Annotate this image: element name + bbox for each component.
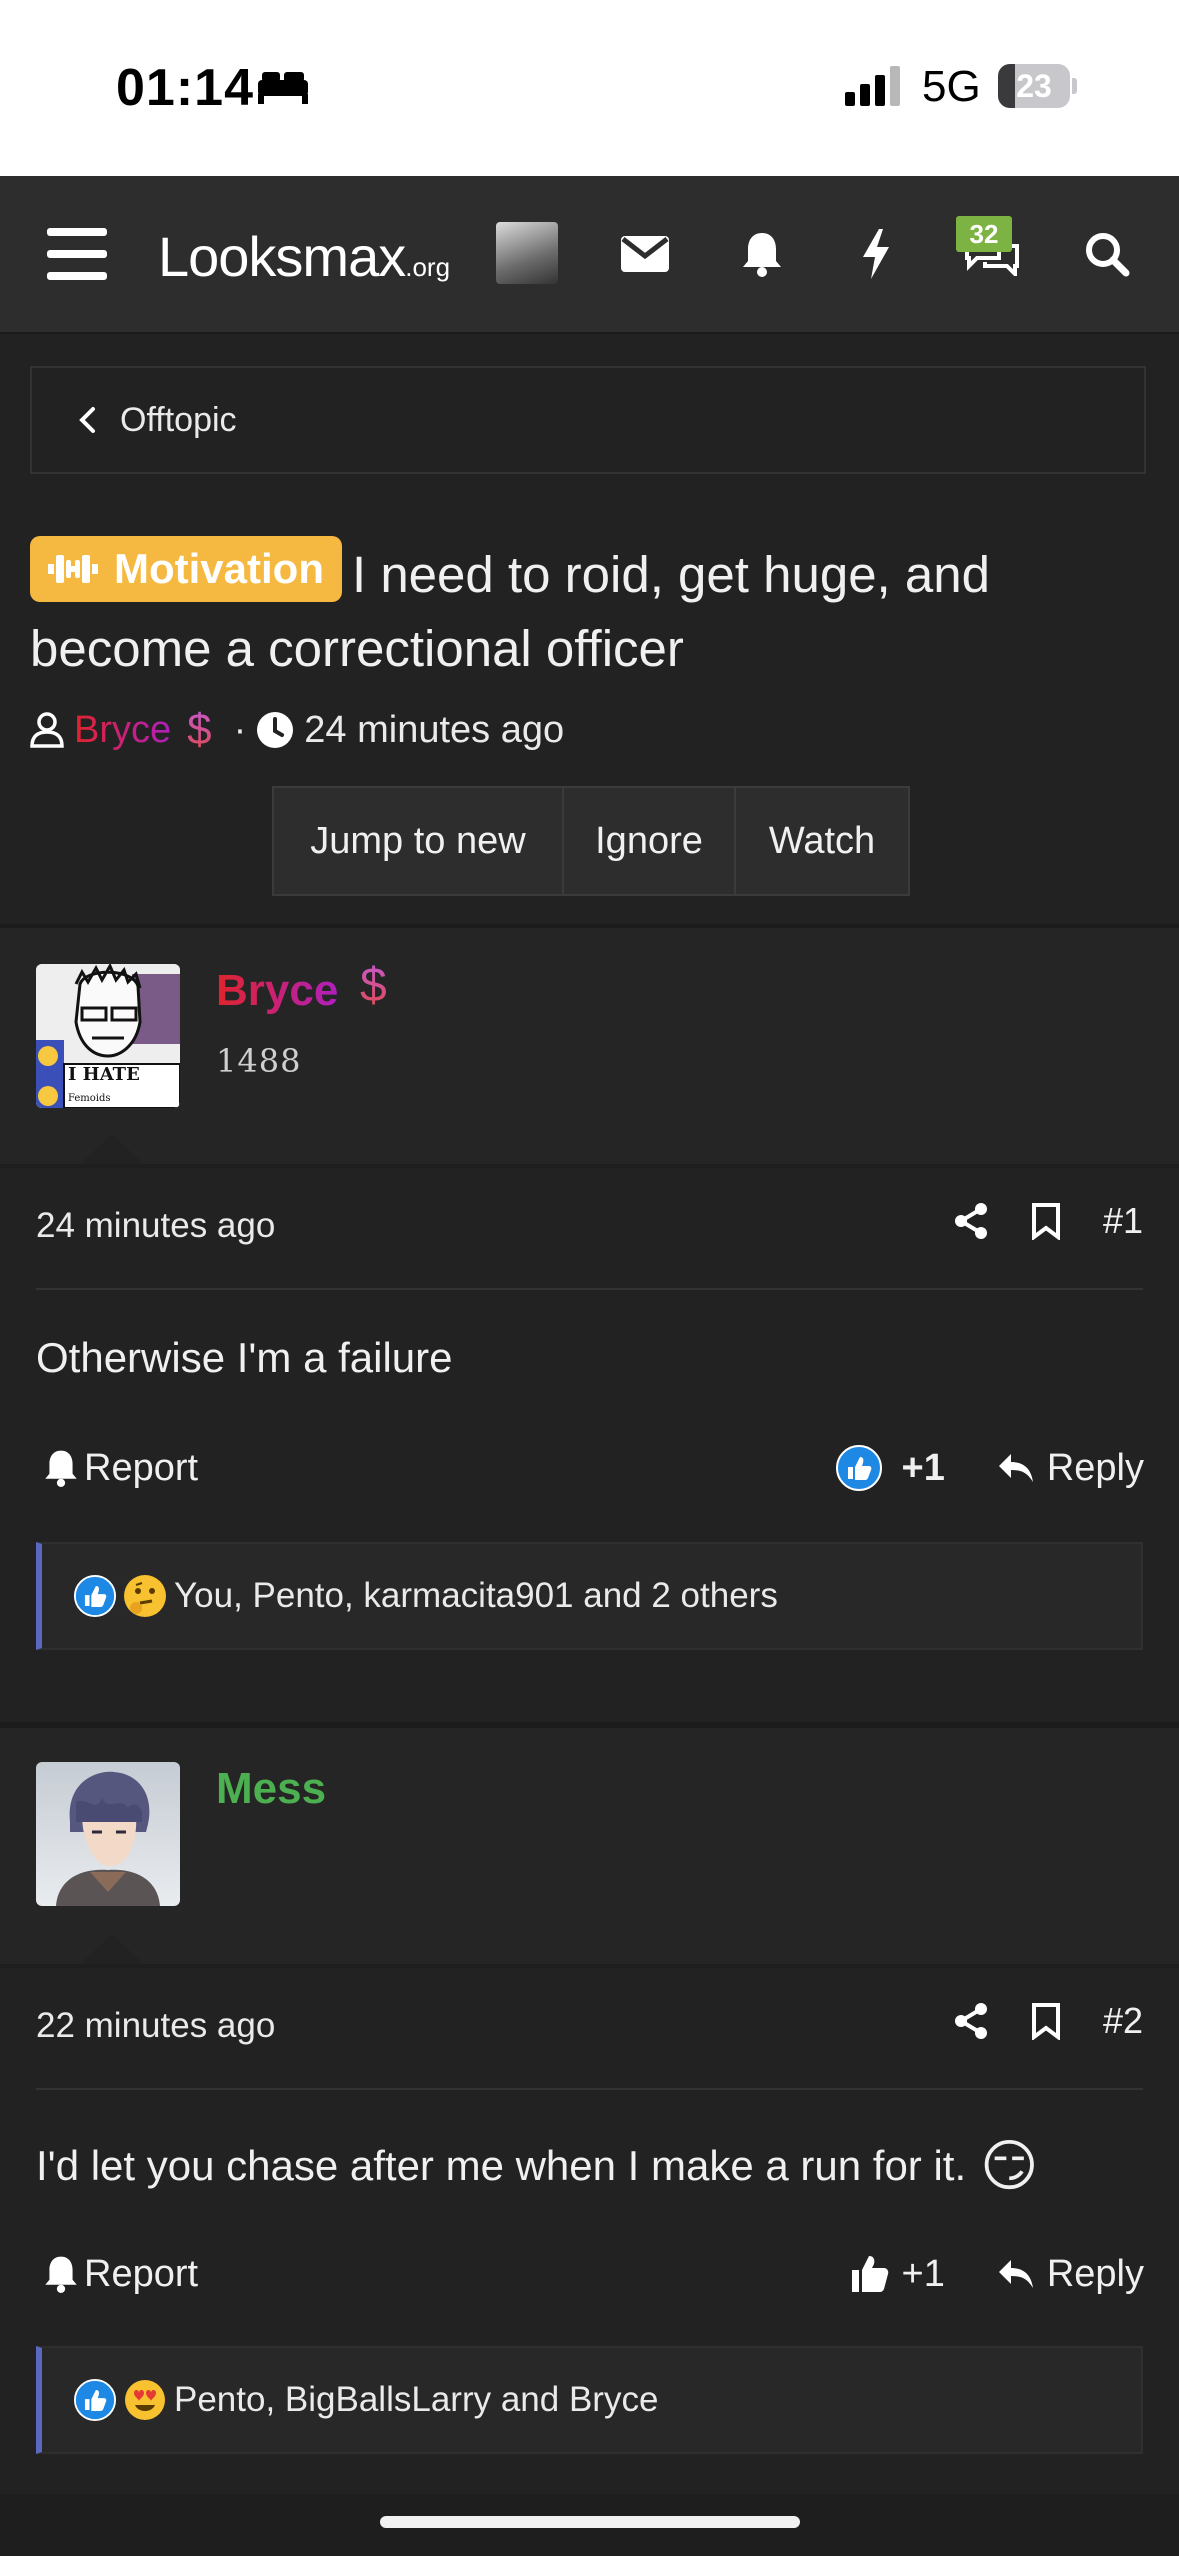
like-reaction-icon (74, 2379, 116, 2421)
post-notch (80, 1934, 144, 1964)
reply-icon (997, 1452, 1035, 1484)
conversations-badge: 32 (956, 216, 1012, 252)
battery-percent: 23 (1016, 68, 1052, 104)
post-date[interactable]: 24 minutes ago (36, 1206, 275, 1246)
post-2-user-block: Mess (0, 1728, 1179, 1964)
post-date[interactable]: 22 minutes ago (36, 2006, 275, 2046)
network-type: 5G (922, 62, 981, 111)
meta-separator: · (233, 708, 247, 751)
logo-suffix: .org (405, 252, 451, 282)
author-badge: $ (187, 705, 212, 754)
post-body-text: I'd let you chase after me when I make a… (36, 2142, 967, 2189)
avatar-caption: I HATE Femoids (68, 1064, 140, 1104)
post-separator (36, 1288, 1143, 1290)
jump-to-new-button[interactable]: Jump to new (274, 788, 564, 894)
post-body: Otherwise I'm a failure (36, 1334, 453, 1381)
bookmark-icon[interactable] (1031, 2002, 1061, 2040)
reaction-score[interactable]: +1 (902, 2253, 945, 2296)
thinking-reaction-icon (124, 1575, 166, 1617)
thread-title: Motivation I need to roid, get huge, and… (30, 536, 1140, 686)
breadcrumb[interactable]: Offtopic (30, 366, 1146, 474)
sleep-focus-icon (256, 70, 310, 109)
ignore-button[interactable]: Ignore (564, 788, 736, 894)
user-title: 1488 (216, 1042, 302, 1080)
bell-icon[interactable] (734, 176, 790, 332)
user-icon (30, 712, 64, 748)
like-reaction-icon[interactable] (835, 1445, 882, 1491)
post-actions: Report +1 Reply (44, 2244, 1144, 2304)
logo-text: Looksmax (158, 225, 406, 288)
avatar[interactable]: I HATE Femoids (36, 964, 180, 1108)
battery-indicator: 23 (998, 64, 1078, 108)
site-logo[interactable]: Looksmax.org (158, 224, 450, 289)
smirk-emoji: 😏 (980, 2134, 1039, 2197)
home-indicator[interactable] (380, 2516, 800, 2528)
mail-icon[interactable] (614, 176, 676, 332)
reactions-bar[interactable]: You, Pento, karmacita901 and 2 others (36, 1542, 1143, 1650)
bell-icon (45, 2256, 77, 2293)
post-body: I'd let you chase after me when I make a… (36, 2138, 1039, 2194)
post-number[interactable]: #2 (1103, 2000, 1143, 2042)
search-icon[interactable] (1082, 176, 1132, 332)
reply-icon (997, 2258, 1035, 2290)
author-badge: $ (360, 959, 387, 1012)
chevron-left-icon (78, 406, 96, 434)
site-header: Looksmax.org 32 (0, 176, 1179, 334)
bell-icon (45, 1450, 77, 1487)
reactions-text: Pento, BigBallsLarry and Bryce (174, 2380, 659, 2419)
post-separator (36, 2088, 1143, 2090)
post-tools: #1 (953, 1200, 1143, 1242)
conversations-icon[interactable] (960, 176, 1024, 332)
like-reaction-icon (74, 1575, 116, 1617)
post-actions: Report +1 Reply (44, 1438, 1144, 1498)
thread-button-group: Jump to new Ignore Watch (272, 786, 910, 896)
post-divider (0, 1964, 1179, 1968)
post-author[interactable]: Bryce (216, 966, 338, 1016)
post-author[interactable]: Mess (216, 1764, 326, 1814)
post-notch (80, 1134, 144, 1164)
reactions-bar[interactable]: Pento, BigBallsLarry and Bryce (36, 2346, 1143, 2454)
cellular-signal-icon (845, 64, 905, 113)
post-1-user-block: I HATE Femoids Bryce $ 1488 (0, 928, 1179, 1164)
post-tools: #2 (953, 2000, 1143, 2042)
status-time: 01:14 (116, 59, 254, 117)
thread-author[interactable]: Bryce (74, 709, 171, 752)
clock-icon (256, 711, 294, 749)
reaction-score[interactable]: +1 (902, 1447, 945, 1490)
bolt-icon[interactable] (856, 176, 896, 332)
share-icon[interactable] (953, 1202, 989, 1240)
share-icon[interactable] (953, 2002, 989, 2040)
avatar[interactable] (496, 222, 558, 284)
dumbbell-icon (48, 555, 98, 583)
post-divider (0, 1164, 1179, 1168)
reply-button[interactable]: Reply (1047, 1447, 1144, 1490)
menu-icon[interactable] (40, 176, 114, 332)
report-button[interactable]: Report (44, 2244, 198, 2304)
bookmark-icon[interactable] (1031, 1202, 1061, 1240)
status-bar: 01:14 5G 23 (0, 0, 1179, 176)
post-number[interactable]: #1 (1103, 1200, 1143, 1242)
avatar[interactable] (36, 1762, 180, 1906)
heart-eyes-reaction-icon (124, 2379, 166, 2421)
prefix-label: Motivation (114, 545, 324, 592)
report-button[interactable]: Report (44, 1438, 198, 1498)
thread-time: 24 minutes ago (304, 708, 565, 751)
watch-button[interactable]: Watch (736, 788, 908, 894)
reactions-text: You, Pento, karmacita901 and 2 others (174, 1576, 778, 1615)
thread-meta: Bryce $ · 24 minutes ago (30, 700, 564, 760)
thumbs-up-icon[interactable] (850, 2254, 890, 2294)
breadcrumb-label: Offtopic (120, 400, 237, 439)
thread-prefix[interactable]: Motivation (30, 536, 342, 602)
reply-button[interactable]: Reply (1047, 2253, 1144, 2296)
